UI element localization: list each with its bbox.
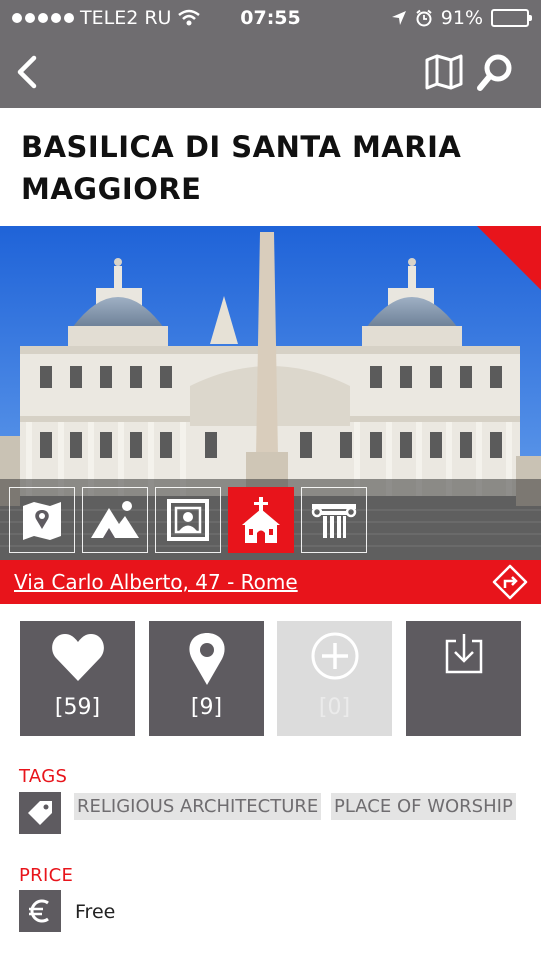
add-count: [0]: [318, 695, 351, 720]
download-button[interactable]: [406, 621, 521, 736]
status-bar: TELE2 RU 07:55 91%: [0, 0, 541, 36]
download-icon: [445, 634, 482, 674]
price-label: PRICE: [19, 865, 74, 886]
location-pin-icon: [188, 633, 225, 685]
alarm-icon: [416, 9, 432, 27]
address-bar: Via Carlo Alberto, 47 - Rome: [0, 560, 541, 604]
mountain-icon: [91, 501, 139, 538]
portrait-frame-icon: [167, 499, 209, 541]
search-icon[interactable]: [476, 52, 516, 92]
add-to-route-button[interactable]: [0]: [277, 621, 392, 736]
tags-icon-box: [19, 792, 61, 834]
like-button[interactable]: [59]: [20, 621, 135, 736]
category-history[interactable]: [301, 487, 367, 553]
category-religious[interactable]: [228, 487, 294, 553]
tag-icon: [28, 801, 52, 825]
map-icon[interactable]: [424, 52, 464, 92]
category-map[interactable]: [9, 487, 75, 553]
tags-label: TAGS: [19, 766, 68, 787]
church-icon: [242, 497, 280, 543]
route-direction-icon[interactable]: [492, 564, 528, 600]
like-count: [59]: [54, 695, 101, 720]
price-icon-box: [19, 890, 61, 932]
back-chevron-icon[interactable]: [12, 52, 42, 92]
battery-icon: [491, 9, 532, 27]
title-area: BASILICA DI SANTA MARIA MAGGIORE: [0, 108, 541, 226]
basilica-photo[interactable]: [0, 226, 541, 560]
tag-chip[interactable]: PLACE OF WORSHIP: [331, 793, 516, 820]
poi-detail-screen: TELE2 RU 07:55 91% BASILICA DI SANTA MAR…: [0, 0, 541, 960]
map-pin-map-icon: [23, 502, 61, 540]
euro-icon: [29, 899, 49, 923]
column-icon: [311, 504, 357, 538]
category-art[interactable]: [155, 487, 221, 553]
heart-icon: [51, 634, 104, 681]
battery-percent: 91%: [440, 7, 483, 29]
corner-ribbon: [477, 226, 541, 290]
app-header: TELE2 RU 07:55 91%: [0, 0, 541, 108]
visited-count: [9]: [190, 695, 223, 720]
price-value: Free: [75, 901, 116, 923]
page-title: BASILICA DI SANTA MARIA MAGGIORE: [21, 130, 462, 206]
add-circle-icon: [311, 632, 358, 680]
address-link[interactable]: Via Carlo Alberto, 47 - Rome: [14, 570, 298, 594]
tag-chip[interactable]: RELIGIOUS ARCHITECTURE: [74, 793, 322, 820]
category-nature[interactable]: [82, 487, 148, 553]
visited-button[interactable]: [9]: [149, 621, 264, 736]
location-arrow-icon: [391, 11, 406, 25]
category-strip: [0, 479, 541, 560]
